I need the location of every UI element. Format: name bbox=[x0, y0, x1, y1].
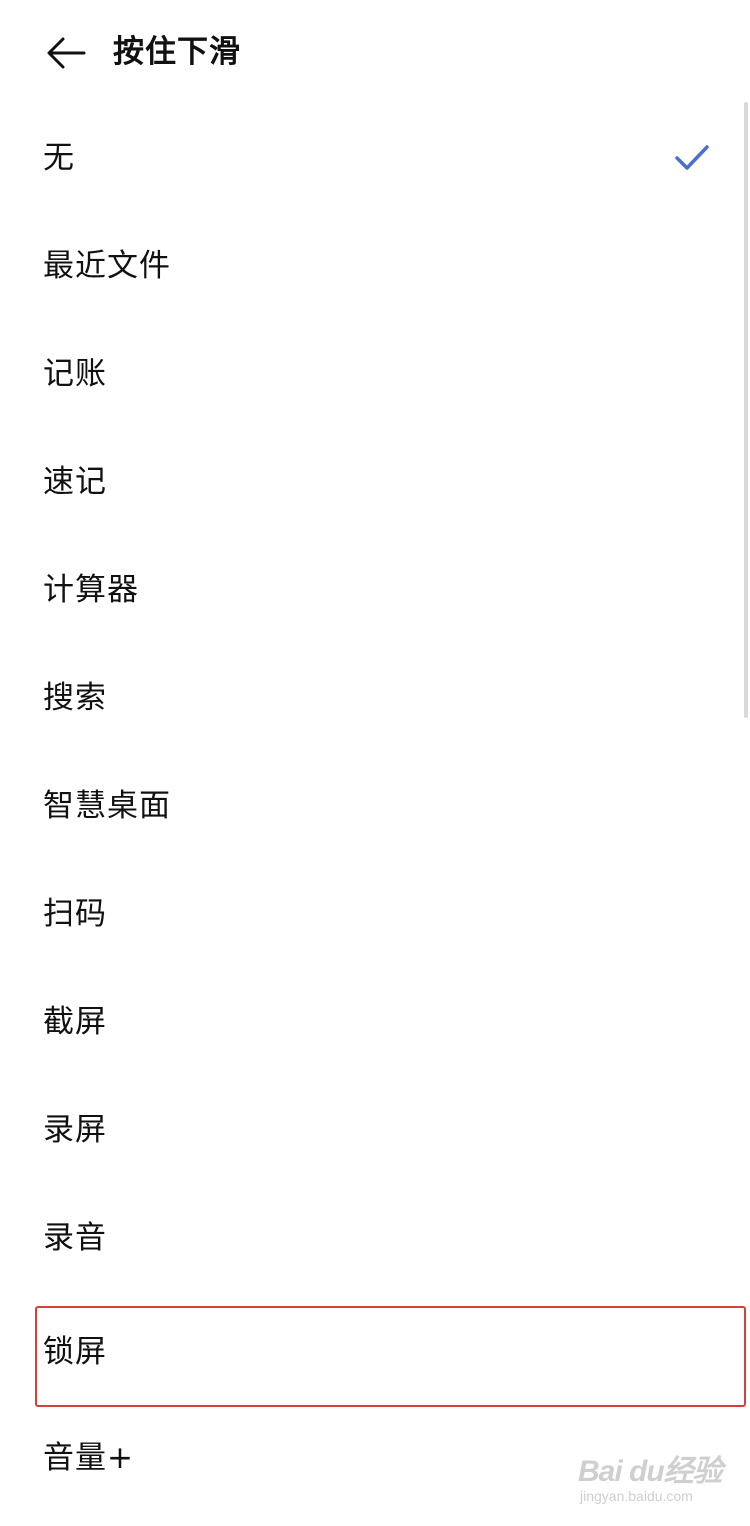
option-label: 记账 bbox=[43, 356, 107, 392]
option-item-recent-files[interactable]: 最近文件 bbox=[0, 212, 750, 320]
option-item-search[interactable]: 搜索 bbox=[0, 644, 750, 752]
option-label: 截屏 bbox=[43, 1004, 107, 1040]
option-item-quick-note[interactable]: 速记 bbox=[0, 428, 750, 536]
option-label: 录音 bbox=[43, 1220, 107, 1256]
option-label: 智慧桌面 bbox=[43, 788, 171, 824]
page-title: 按住下滑 bbox=[113, 34, 241, 70]
option-label: 速记 bbox=[43, 464, 107, 500]
option-item-volume-up[interactable]: 音量+ bbox=[0, 1404, 750, 1512]
option-item-calculator[interactable]: 计算器 bbox=[0, 536, 750, 644]
option-label: 最近文件 bbox=[43, 248, 171, 284]
option-item-scan-code[interactable]: 扫码 bbox=[0, 860, 750, 968]
option-item-lock-screen[interactable]: 锁屏 bbox=[0, 1298, 750, 1406]
option-label: 录屏 bbox=[43, 1112, 107, 1148]
option-label: 无 bbox=[43, 140, 75, 176]
back-button[interactable] bbox=[38, 28, 94, 78]
option-label: 音量+ bbox=[43, 1440, 134, 1476]
option-label: 锁屏 bbox=[43, 1334, 107, 1370]
option-item-audio-record[interactable]: 录音 bbox=[0, 1184, 750, 1292]
app-header: 按住下滑 bbox=[0, 0, 750, 104]
option-item-bookkeeping[interactable]: 记账 bbox=[0, 320, 750, 428]
option-item-screen-record[interactable]: 录屏 bbox=[0, 1076, 750, 1184]
option-label: 扫码 bbox=[43, 896, 107, 932]
option-item-smart-desktop[interactable]: 智慧桌面 bbox=[0, 752, 750, 860]
arrow-left-icon bbox=[47, 37, 86, 69]
checkmark-icon bbox=[675, 145, 709, 170]
option-label: 搜索 bbox=[43, 680, 107, 716]
option-item-none[interactable]: 无 bbox=[0, 104, 750, 212]
option-item-screenshot[interactable]: 截屏 bbox=[0, 968, 750, 1076]
option-label: 计算器 bbox=[43, 572, 139, 608]
